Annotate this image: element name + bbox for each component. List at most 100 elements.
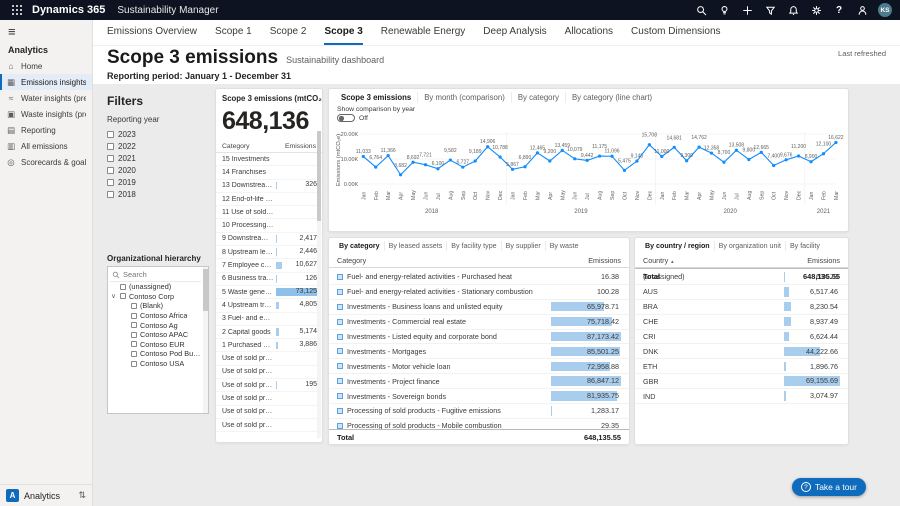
category-table-row[interactable]: Investments - Motor vehicle loan 72,958.… (329, 359, 629, 374)
org-tree-item[interactable]: ∨ Contoso Corp (110, 292, 201, 302)
year-checkbox[interactable]: 2019 (107, 176, 209, 188)
last-refreshed[interactable]: Last refreshed (838, 49, 886, 58)
category-table-row[interactable]: Investments - Mortgages 85,501.25 (329, 344, 629, 359)
bell-icon[interactable] (786, 3, 800, 17)
category-table-row[interactable]: Investments - Commercial real estate 75,… (329, 315, 629, 330)
page-tab[interactable]: Emissions Overview (107, 20, 197, 45)
checkbox-icon[interactable] (131, 341, 137, 347)
lightbulb-icon[interactable] (717, 3, 731, 17)
org-tree-item[interactable]: Contoso EUR (110, 340, 201, 350)
page-tab[interactable]: Scope 1 (215, 20, 252, 45)
comparison-toggle[interactable] (337, 114, 355, 122)
page-tab[interactable]: Scope 3 (324, 20, 362, 45)
nav-item[interactable]: ▦ Emissions insights (0, 74, 92, 90)
kpi-table-row[interactable]: Use of sold product… (216, 352, 322, 365)
nav-item[interactable]: ▤ Reporting (0, 122, 92, 138)
nav-item[interactable]: ◎ Scorecards & goals (0, 154, 92, 170)
country-table-row[interactable]: CRI 6,624.44 (635, 330, 848, 345)
country-table-row[interactable]: CHE 8,937.49 (635, 315, 848, 330)
category-card-tab[interactable]: By facility type (447, 241, 501, 251)
category-card-tab[interactable]: By category (335, 241, 385, 251)
year-checkbox[interactable]: 2018 (107, 188, 209, 200)
area-switcher[interactable]: A Analytics ⇅ (0, 484, 92, 506)
country-table-row[interactable]: GBR 69,155.69 (635, 374, 848, 389)
kpi-table-row[interactable]: 2 Capital goods 5,174 (216, 326, 322, 339)
page-tab[interactable]: Allocations (565, 20, 613, 45)
chart-card-tab[interactable]: By category (512, 92, 566, 103)
checkbox-icon[interactable] (131, 303, 137, 309)
org-scrollbar[interactable] (203, 267, 208, 413)
nav-item[interactable]: ≈ Water insights (previ… (0, 90, 92, 106)
category-table-row[interactable]: Fuel- and energy-related activities - St… (329, 285, 629, 300)
country-card-tab[interactable]: By facility (786, 241, 824, 251)
kpi-table-row[interactable]: 15 Investments (216, 153, 322, 166)
org-tree-item[interactable]: (unassigned) (110, 282, 201, 292)
kpi-table-row[interactable]: Use of sold product… (216, 392, 322, 405)
checkbox-icon[interactable] (131, 322, 137, 328)
nav-item[interactable]: ▣ Waste insights (previ… (0, 106, 92, 122)
year-checkbox[interactable]: 2022 (107, 140, 209, 152)
waffle-menu-icon[interactable] (8, 3, 26, 17)
kpi-table-row[interactable]: 1 Purchased goods … 3,886 (216, 339, 322, 352)
country-table-row[interactable]: DNK 44,222.66 (635, 344, 848, 359)
person-icon[interactable] (855, 3, 869, 17)
kpi-table-row[interactable]: Use of sold product… (216, 366, 322, 379)
kpi-table-row[interactable]: 11 Use of sold prod… (216, 206, 322, 219)
category-table-row[interactable]: Investments - Project finance 86,847.12 (329, 374, 629, 389)
kpi-table-row[interactable]: Use of sold product… 195 (216, 379, 322, 392)
page-tab[interactable]: Custom Dimensions (631, 20, 720, 45)
nav-hamburger-icon[interactable]: ≡ (0, 20, 92, 41)
kpi-table-row[interactable]: 8 Upstream leased … 2,446 (216, 246, 322, 259)
category-card-tab[interactable]: By leased assets (385, 241, 448, 251)
chart-card-tab[interactable]: By month (comparison) (418, 92, 512, 103)
page-tab[interactable]: Deep Analysis (483, 20, 546, 45)
filter-icon[interactable] (763, 3, 777, 17)
kpi-table-row[interactable]: 5 Waste generated i… 73,125 (216, 286, 322, 299)
settings-gear-icon[interactable] (809, 3, 823, 17)
category-table-row[interactable]: Investments - Business loans and unliste… (329, 300, 629, 315)
country-table-row[interactable]: AUS 6,517.46 (635, 285, 848, 300)
category-card-tab[interactable]: By supplier (502, 241, 546, 251)
kpi-table-row[interactable]: 6 Business travel 126 (216, 273, 322, 286)
category-table-row[interactable]: Fuel- and energy-related activities - Pu… (329, 270, 629, 285)
kpi-scrollbar[interactable] (317, 131, 321, 438)
kpi-table-row[interactable]: Use of sold product… (216, 419, 322, 432)
caret-down-icon[interactable]: ∨ (110, 292, 117, 300)
checkbox-icon[interactable] (131, 361, 137, 367)
search-icon[interactable] (694, 3, 708, 17)
country-table-row[interactable]: BRA 8,230.54 (635, 300, 848, 315)
year-checkbox[interactable]: 2021 (107, 152, 209, 164)
category-card-tab[interactable]: By waste (546, 241, 583, 251)
kpi-table-row[interactable]: 9 Downstream tran… 2,417 (216, 233, 322, 246)
category-table-row[interactable]: Processing of sold products - Mobile com… (329, 419, 629, 429)
category-table-row[interactable]: Processing of sold products - Fugitive e… (329, 404, 629, 419)
kpi-table-row[interactable]: 4 Upstream transpo… 4,805 (216, 299, 322, 312)
kpi-table-row[interactable]: 10 Processing of sol… (216, 219, 322, 232)
nav-item[interactable]: ⌂ Home (0, 58, 92, 74)
category-table-row[interactable]: Investments - Sovereign bonds 81,935.75 (329, 389, 629, 404)
org-tree-item[interactable]: Contoso Africa (110, 311, 201, 321)
org-search-input[interactable] (123, 270, 191, 279)
brand-title[interactable]: Dynamics 365 (32, 4, 105, 16)
org-tree-item[interactable]: Contoso Ag (110, 320, 201, 330)
checkbox-icon[interactable] (120, 284, 126, 290)
chart-card-tab[interactable]: Scope 3 emissions (335, 92, 418, 103)
kpi-table-row[interactable]: 14 Franchises (216, 166, 322, 179)
help-icon[interactable]: ? (832, 3, 846, 17)
category-table-row[interactable]: Investments - Listed equity and corporat… (329, 330, 629, 345)
add-icon[interactable] (740, 3, 754, 17)
org-tree-item[interactable]: Contoso APAC (110, 330, 201, 340)
year-checkbox[interactable]: 2020 (107, 164, 209, 176)
checkbox-icon[interactable] (120, 293, 126, 299)
nav-item[interactable]: ▥ All emissions (0, 138, 92, 154)
kpi-table-row[interactable]: 7 Employee commu… 10,627 (216, 259, 322, 272)
kpi-table-row[interactable]: Use of sold product… (216, 406, 322, 419)
country-card-tab[interactable]: By organization unit (715, 241, 786, 251)
page-tab[interactable]: Scope 2 (270, 20, 307, 45)
kpi-table-row[interactable]: 13 Downstream lea… 326 (216, 180, 322, 193)
org-tree-item[interactable]: Contoso USA (110, 359, 201, 369)
user-avatar[interactable]: KS (878, 3, 892, 17)
checkbox-icon[interactable] (131, 351, 137, 357)
year-checkbox[interactable]: 2023 (107, 128, 209, 140)
country-card-tab[interactable]: By country / region (641, 241, 715, 251)
